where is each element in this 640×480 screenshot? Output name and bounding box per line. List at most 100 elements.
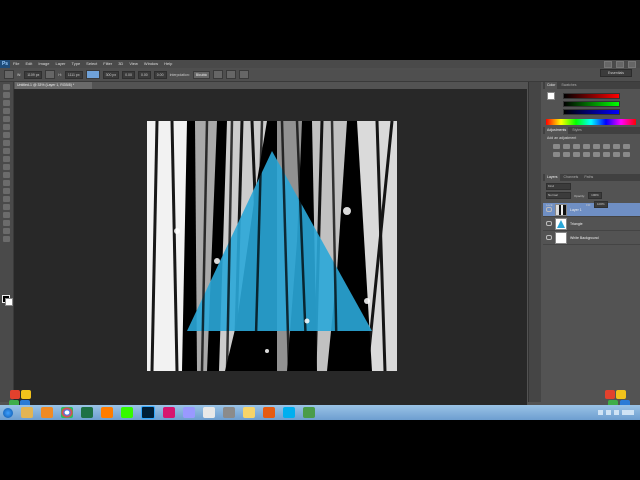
brush-tool-icon[interactable] xyxy=(3,140,10,146)
minimize-button[interactable] xyxy=(604,60,612,68)
blend-mode-select[interactable]: Normal xyxy=(546,192,571,199)
lasso-tool-icon[interactable] xyxy=(3,100,10,106)
maximize-button[interactable] xyxy=(616,60,624,68)
blue-slider[interactable] xyxy=(563,109,620,115)
crop-tool-icon[interactable] xyxy=(3,116,10,122)
hand-tool-icon[interactable] xyxy=(3,228,10,234)
menu-image[interactable]: Image xyxy=(35,60,52,68)
levels-icon[interactable] xyxy=(563,144,570,149)
utility-icon[interactable] xyxy=(303,407,315,418)
layer-row[interactable]: Triangle xyxy=(543,217,640,231)
fill-field[interactable]: 100% xyxy=(593,201,608,208)
excel-icon[interactable] xyxy=(81,407,93,418)
type-tool-icon[interactable] xyxy=(3,204,10,210)
green-slider[interactable] xyxy=(563,101,620,107)
menu-type[interactable]: Type xyxy=(69,60,84,68)
blur-tool-icon[interactable] xyxy=(3,180,10,186)
threshold-icon[interactable] xyxy=(603,152,610,157)
tab-styles[interactable]: Styles xyxy=(570,127,584,134)
illustrator-icon[interactable] xyxy=(101,407,113,418)
folder-icon[interactable] xyxy=(243,407,255,418)
width-field[interactable]: 1109 px xyxy=(24,70,43,79)
layer-row[interactable]: White Background xyxy=(543,231,640,245)
dodge-tool-icon[interactable] xyxy=(3,188,10,194)
menu-file[interactable]: File xyxy=(10,60,22,68)
menu-3d[interactable]: 3D xyxy=(115,60,126,68)
media-player-icon[interactable] xyxy=(41,407,53,418)
selective-color-icon[interactable] xyxy=(623,152,630,157)
menu-window[interactable]: Window xyxy=(141,60,161,68)
tab-color[interactable]: Color xyxy=(545,82,558,89)
move-tool-icon[interactable] xyxy=(3,84,10,90)
visibility-eye-icon[interactable] xyxy=(546,235,552,240)
warp-icon[interactable] xyxy=(213,70,224,79)
pause-icon[interactable] xyxy=(21,390,31,399)
constrain-proportions-button[interactable] xyxy=(85,70,100,79)
acrobat-icon[interactable] xyxy=(203,407,215,418)
link-icon[interactable] xyxy=(45,70,56,79)
start-button-icon[interactable] xyxy=(3,407,13,418)
hue-saturation-icon[interactable] xyxy=(603,144,610,149)
layer-row[interactable]: Layer 1 xyxy=(543,203,640,217)
pause-icon[interactable] xyxy=(616,390,626,399)
foreground-swatch[interactable] xyxy=(547,92,555,100)
tab-paths[interactable]: Paths xyxy=(582,174,595,181)
photoshop-icon[interactable] xyxy=(141,406,155,419)
skype-icon[interactable] xyxy=(283,407,295,418)
eraser-tool-icon[interactable] xyxy=(3,164,10,170)
document-canvas[interactable] xyxy=(147,121,397,371)
shape-tool-icon[interactable] xyxy=(3,220,10,226)
invert-icon[interactable] xyxy=(583,152,590,157)
document-tab[interactable]: Untitled-1 @ 33% (Layer 1, RGB/8) * xyxy=(15,82,92,89)
height-field[interactable]: 1111 px xyxy=(64,70,83,79)
chrome-icon[interactable] xyxy=(61,407,73,418)
tool-preset-icon[interactable] xyxy=(4,70,14,79)
menu-edit[interactable]: Edit xyxy=(22,60,35,68)
record-icon[interactable] xyxy=(605,390,615,399)
opacity-field[interactable]: 100% xyxy=(588,192,603,199)
exposure-icon[interactable] xyxy=(583,144,590,149)
gimp-icon[interactable] xyxy=(223,407,235,418)
background-color-swatch[interactable] xyxy=(5,298,13,306)
dreamweaver-icon[interactable] xyxy=(121,407,133,418)
menu-filter[interactable]: Filter xyxy=(100,60,115,68)
red-slider[interactable] xyxy=(563,93,620,99)
menu-help[interactable]: Help xyxy=(161,60,175,68)
interpolation-select[interactable]: Bicubic xyxy=(192,70,211,79)
menu-view[interactable]: View xyxy=(126,60,141,68)
eyedropper-tool-icon[interactable] xyxy=(3,124,10,130)
gradient-map-icon[interactable] xyxy=(613,152,620,157)
tab-layers[interactable]: Layers xyxy=(545,174,560,181)
flag-icon[interactable] xyxy=(614,410,619,415)
x-field[interactable]: 0.00 xyxy=(122,70,135,79)
firefox-icon[interactable] xyxy=(263,407,275,418)
premiere-icon[interactable] xyxy=(183,407,195,418)
vibrance-icon[interactable] xyxy=(593,144,600,149)
pen-tool-icon[interactable] xyxy=(3,196,10,202)
quick-select-tool-icon[interactable] xyxy=(3,108,10,114)
tab-channels[interactable]: Channels xyxy=(562,174,581,181)
channel-mixer-icon[interactable] xyxy=(563,152,570,157)
y-field[interactable]: 0.00 xyxy=(137,70,151,79)
tab-swatches[interactable]: Swatches xyxy=(559,82,578,89)
gradient-tool-icon[interactable] xyxy=(3,172,10,178)
photo-filter-icon[interactable] xyxy=(553,152,560,157)
color-balance-icon[interactable] xyxy=(613,144,620,149)
path-selection-tool-icon[interactable] xyxy=(3,212,10,218)
menu-select[interactable]: Select xyxy=(83,60,100,68)
resolution-field[interactable]: 300 px xyxy=(102,70,120,79)
volume-icon[interactable] xyxy=(606,410,611,415)
kind-filter-select[interactable]: Kind xyxy=(546,183,571,190)
visibility-eye-icon[interactable] xyxy=(546,221,552,226)
healing-brush-tool-icon[interactable] xyxy=(3,132,10,138)
close-button[interactable] xyxy=(628,60,636,68)
network-icon[interactable] xyxy=(598,410,603,415)
posterize-icon[interactable] xyxy=(593,152,600,157)
record-icon[interactable] xyxy=(10,390,20,399)
menu-layer[interactable]: Layer xyxy=(52,60,68,68)
black-white-icon[interactable] xyxy=(623,144,630,149)
workspace-switcher[interactable]: Essentials xyxy=(600,69,632,77)
indesign-icon[interactable] xyxy=(163,407,175,418)
zoom-tool-icon[interactable] xyxy=(3,236,10,242)
brightness-icon[interactable] xyxy=(553,144,560,149)
